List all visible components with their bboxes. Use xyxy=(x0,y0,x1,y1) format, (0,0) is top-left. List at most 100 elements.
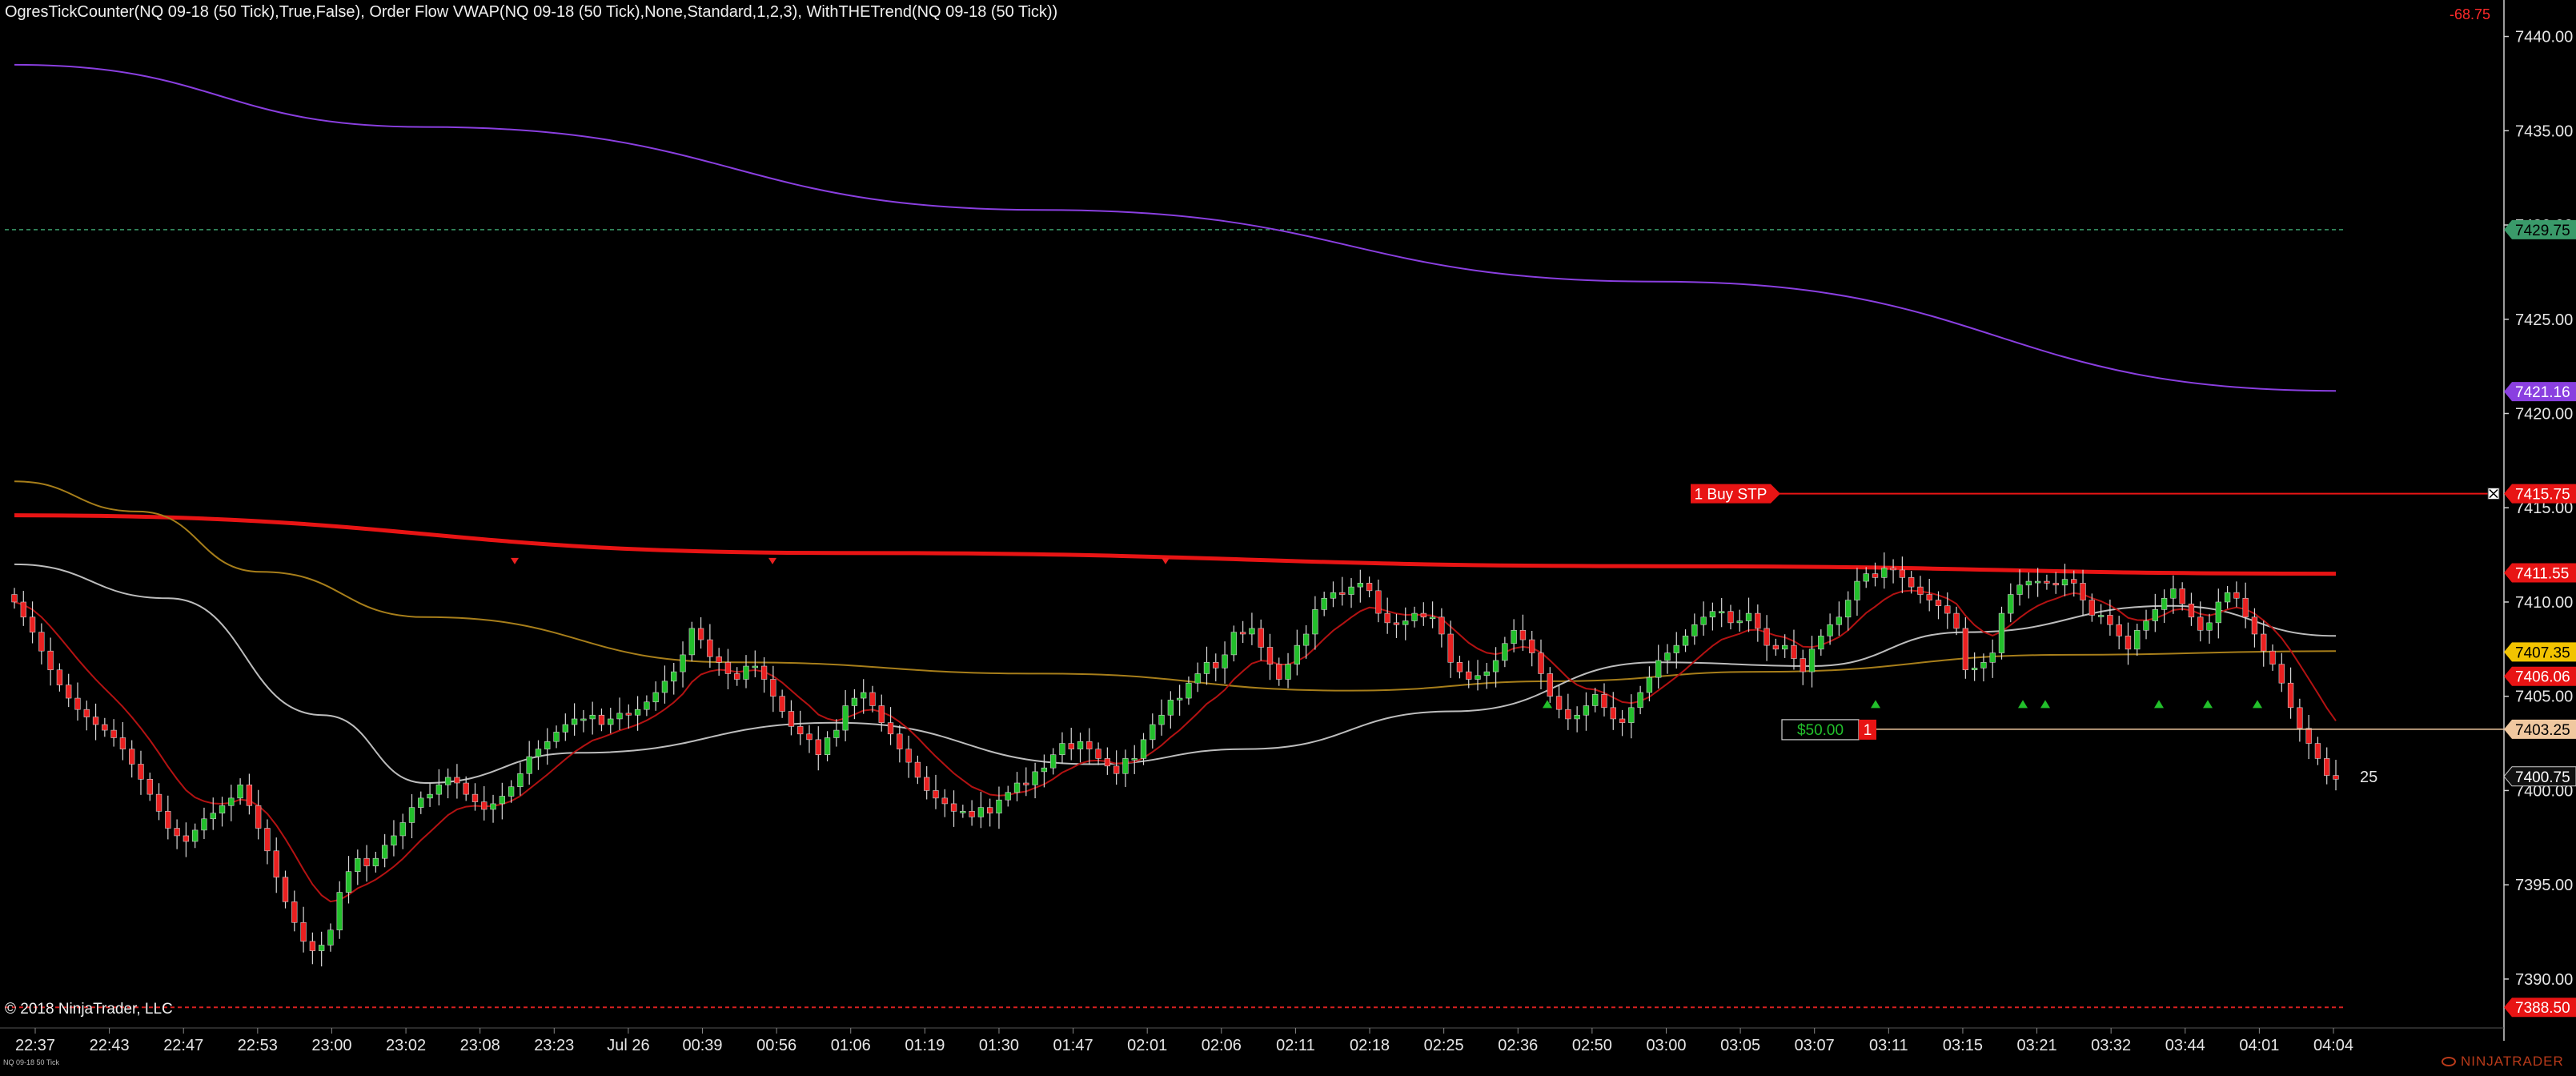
candle-up[interactable] xyxy=(1330,592,1337,599)
candle-up[interactable] xyxy=(1483,671,1490,677)
candle-down[interactable] xyxy=(797,726,804,735)
candle-down[interactable] xyxy=(1095,749,1101,759)
candle-down[interactable] xyxy=(246,785,253,806)
candle-down[interactable] xyxy=(11,594,18,603)
candle-down[interactable] xyxy=(2314,743,2321,759)
candle-up[interactable] xyxy=(544,741,551,749)
candle-down[interactable] xyxy=(878,705,885,723)
candle-up[interactable] xyxy=(2034,580,2041,584)
candle-up[interactable] xyxy=(1827,624,1833,636)
candle-down[interactable] xyxy=(1366,583,1373,592)
candle-down[interactable] xyxy=(1447,633,1454,663)
candle-up[interactable] xyxy=(408,807,415,823)
candle-down[interactable] xyxy=(788,711,795,727)
candle-down[interactable] xyxy=(969,811,975,817)
chart-svg[interactable]: 7390.007395.007400.007405.007410.007415.… xyxy=(0,0,2576,1072)
candle-down[interactable] xyxy=(2278,664,2285,684)
candle-up[interactable] xyxy=(345,871,352,893)
candle-down[interactable] xyxy=(92,717,99,725)
candle-down[interactable] xyxy=(1565,709,1571,720)
candle-down[interactable] xyxy=(1935,600,1942,606)
candle-up[interactable] xyxy=(2061,579,2068,586)
candle-down[interactable] xyxy=(1420,612,1426,618)
candle-up[interactable] xyxy=(1818,636,1824,650)
candle-down[interactable] xyxy=(300,921,307,942)
candle-down[interactable] xyxy=(897,733,903,749)
candle-up[interactable] xyxy=(1980,662,1987,668)
candle-up[interactable] xyxy=(1222,654,1228,668)
candle-down[interactable] xyxy=(2261,633,2267,652)
candle-down[interactable] xyxy=(914,761,921,778)
candle-down[interactable] xyxy=(941,797,948,805)
candle-up[interactable] xyxy=(517,773,524,788)
candle-down[interactable] xyxy=(264,828,271,852)
candle-down[interactable] xyxy=(255,805,262,829)
candle-up[interactable] xyxy=(1574,714,1580,720)
candle-up[interactable] xyxy=(661,681,668,693)
candle-down[interactable] xyxy=(905,749,912,763)
candle-down[interactable] xyxy=(2324,758,2330,776)
candle-up[interactable] xyxy=(2215,601,2221,624)
candle-up[interactable] xyxy=(580,718,587,721)
candle-down[interactable] xyxy=(734,673,740,680)
candle-down[interactable] xyxy=(1239,632,1246,635)
candle-up[interactable] xyxy=(1077,741,1084,749)
candle-up[interactable] xyxy=(1655,660,1662,678)
candle-up[interactable] xyxy=(1230,632,1238,656)
candle-up[interactable] xyxy=(1691,624,1698,636)
candle-down[interactable] xyxy=(1023,782,1029,785)
candle-down[interactable] xyxy=(2287,682,2294,709)
candle-down[interactable] xyxy=(1908,577,1915,588)
candle-up[interactable] xyxy=(1583,705,1590,716)
candle-down[interactable] xyxy=(309,941,316,951)
candle-down[interactable] xyxy=(282,877,289,902)
candle-up[interactable] xyxy=(237,785,243,799)
candle-up[interactable] xyxy=(508,786,515,797)
candle-down[interactable] xyxy=(1917,586,1924,595)
candle-up[interactable] xyxy=(1032,771,1038,785)
candle-up[interactable] xyxy=(1854,580,1860,600)
candle-up[interactable] xyxy=(435,785,443,795)
candle-down[interactable] xyxy=(1213,662,1219,668)
candle-up[interactable] xyxy=(1492,660,1499,672)
candle-up[interactable] xyxy=(1782,644,1788,650)
candle-up[interactable] xyxy=(1709,611,1716,618)
candle-up[interactable] xyxy=(490,803,496,810)
candle-down[interactable] xyxy=(806,733,813,741)
candle-down[interactable] xyxy=(454,777,460,784)
candle-up[interactable] xyxy=(1186,682,1192,699)
candle-up[interactable] xyxy=(2143,620,2149,631)
candle-up[interactable] xyxy=(1628,707,1635,723)
candle-down[interactable] xyxy=(869,692,876,706)
candle-up[interactable] xyxy=(1348,586,1354,595)
candle-down[interactable] xyxy=(1619,718,1626,723)
candle-down[interactable] xyxy=(1519,629,1527,640)
candle-down[interactable] xyxy=(770,679,776,697)
candle-up[interactable] xyxy=(1808,648,1816,672)
candle-up[interactable] xyxy=(1357,583,1363,588)
candle-up[interactable] xyxy=(1637,692,1643,709)
candle-up[interactable] xyxy=(1167,700,1174,716)
candle-up[interactable] xyxy=(1005,792,1011,801)
candle-up[interactable] xyxy=(1194,673,1201,684)
candle-up[interactable] xyxy=(2097,615,2105,617)
candle-up[interactable] xyxy=(1673,644,1679,653)
candle-down[interactable] xyxy=(2269,650,2276,664)
candle-up[interactable] xyxy=(608,718,614,725)
candle-down[interactable] xyxy=(56,669,63,685)
candle-up[interactable] xyxy=(2025,580,2032,586)
candle-down[interactable] xyxy=(47,650,54,671)
candle-up[interactable] xyxy=(1719,611,1725,614)
candle-up[interactable] xyxy=(1041,767,1048,773)
candle-down[interactable] xyxy=(2242,597,2249,618)
candle-up[interactable] xyxy=(192,829,199,842)
candle-up[interactable] xyxy=(680,654,686,672)
candle-down[interactable] xyxy=(1375,590,1382,614)
candle-up[interactable] xyxy=(1511,629,1517,644)
candle-down[interactable] xyxy=(2071,579,2077,584)
candle-down[interactable] xyxy=(2107,615,2113,625)
candle-up[interactable] xyxy=(1836,616,1843,625)
candle-up[interactable] xyxy=(842,705,849,731)
candle-up[interactable] xyxy=(1844,600,1852,618)
candle-down[interactable] xyxy=(463,782,469,795)
